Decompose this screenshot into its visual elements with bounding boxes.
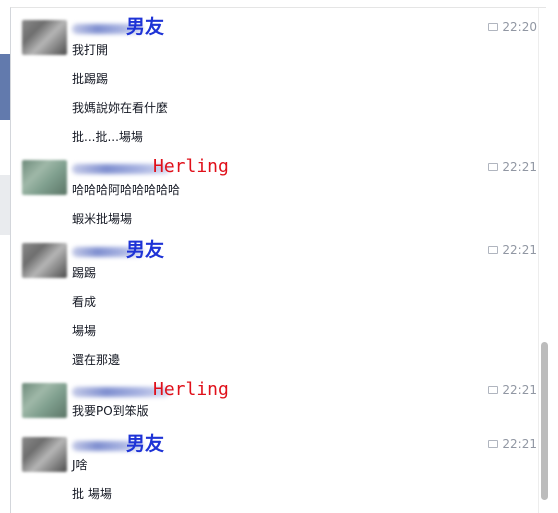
message-text: 批...批...場場 [72,130,143,144]
sidebar-highlight [0,54,10,120]
timestamp: 22:20 [488,20,537,34]
timestamp: 22:21 [488,383,537,397]
message-text: 我要PO到笨版 [72,404,149,418]
timestamp: 22:21 [488,160,537,174]
avatar[interactable] [22,437,67,472]
chat-bubble-icon [488,440,499,448]
message-text: 場場 [72,324,97,338]
avatar[interactable] [22,243,67,278]
chat-window: 男友 22:20 我打開 批踢踢 我媽說妳在看什麼 批...批...場場 Her… [0,0,558,513]
message-text: 哈哈哈阿哈哈哈哈哈 [72,183,181,197]
timestamp-text: 22:20 [502,20,537,34]
chat-bubble-icon [488,386,499,394]
timestamp-text: 22:21 [502,437,537,451]
left-sidebar-edge [0,0,10,513]
sender-name[interactable]: Herling [153,379,229,401]
timestamp-text: 22:21 [502,383,537,397]
chat-bubble-icon [488,23,499,31]
avatar[interactable] [22,160,67,195]
sender-name[interactable]: 男友 [126,239,164,261]
message-text: J啥 [72,458,88,472]
timestamp-text: 22:21 [502,243,537,257]
sender-name[interactable]: 男友 [126,16,164,38]
message-text: 我打開 [72,43,109,57]
message-text: 踢踢 [72,266,97,280]
message-text: 我媽說妳在看什麼 [72,101,169,115]
message-text: 蝦米批場場 [72,212,133,226]
message-text: 看成 [72,295,97,309]
chat-bubble-icon [488,163,499,171]
sender-name[interactable]: Herling [153,156,229,178]
message-text: 還在那邊 [72,353,121,367]
avatar[interactable] [22,20,67,55]
message-text: 批踢踢 [72,72,109,86]
timestamp-text: 22:21 [502,160,537,174]
sidebar-item-background [0,175,10,235]
chat-bubble-icon [488,246,499,254]
avatar[interactable] [22,383,67,418]
timestamp: 22:21 [488,243,537,257]
timestamp: 22:21 [488,437,537,451]
message-text: 批 場場 [72,487,112,501]
sender-name[interactable]: 男友 [126,433,164,455]
scrollbar-thumb[interactable] [541,342,548,500]
